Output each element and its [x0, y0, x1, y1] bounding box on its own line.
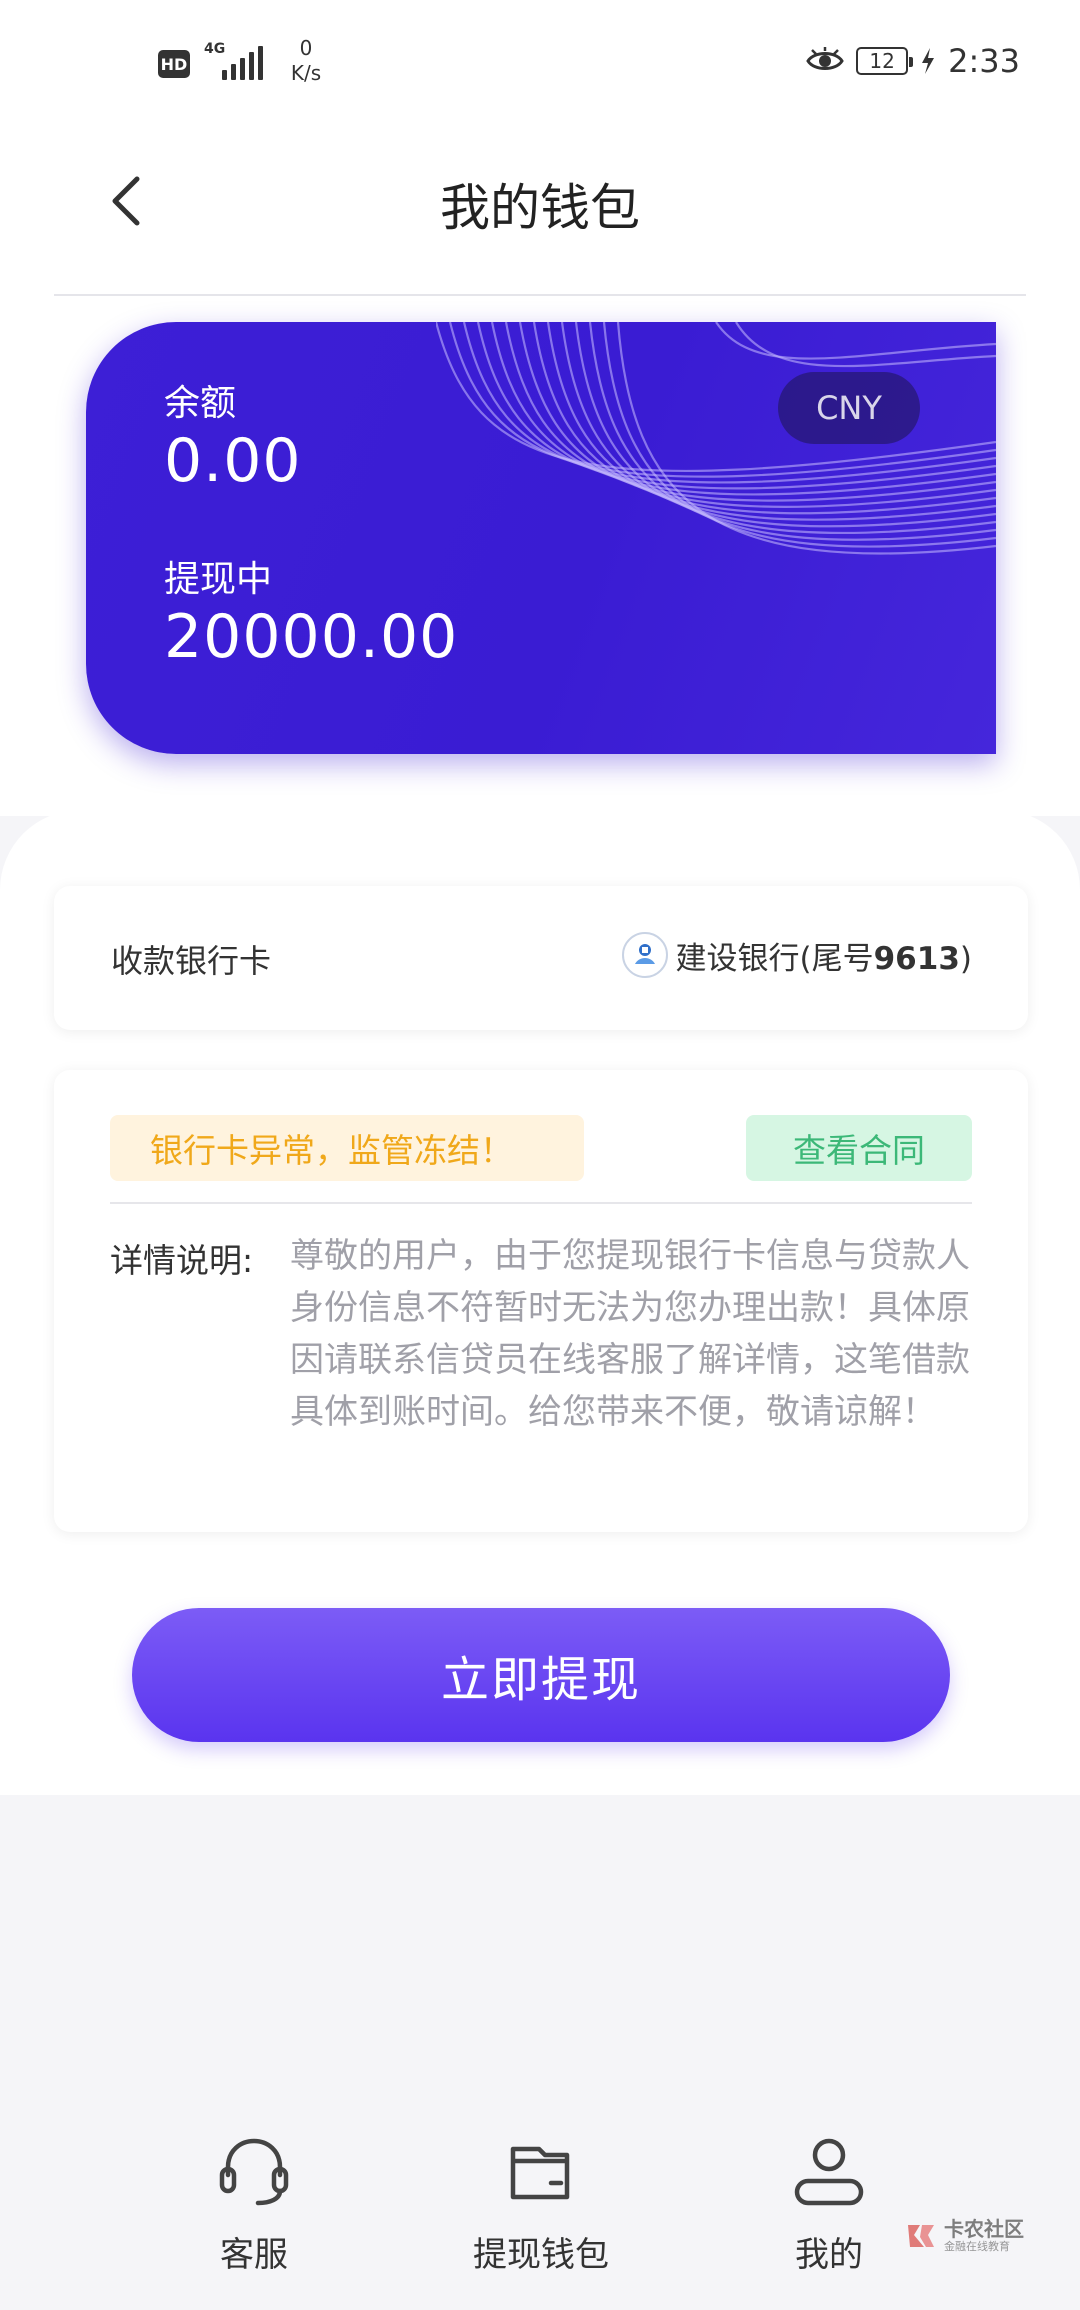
detail-label: 详情说明: — [110, 1241, 254, 1280]
withdrawing-label: 提现中 — [164, 559, 273, 600]
withdrawing-value: 20000.00 — [164, 602, 459, 672]
currency-badge: CNY — [778, 372, 920, 444]
page-title: 我的钱包 — [440, 179, 640, 237]
network-speed: 0 K/s — [284, 36, 328, 86]
hd-badge: HD — [158, 50, 190, 78]
network-speed-unit: K/s — [290, 61, 322, 85]
status-bar: HD 4G 0 K/s 12 2:33 — [0, 0, 1080, 126]
header: 我的钱包 — [0, 126, 1080, 296]
bank-card-info: 建设银行(尾号9613) — [621, 932, 972, 978]
eye-icon — [806, 47, 844, 70]
nav-item-mine[interactable]: 我的 — [729, 2095, 929, 2295]
nav-label-service: 客服 — [220, 2235, 288, 2275]
balance-label: 余额 — [164, 383, 237, 424]
view-contract-button[interactable]: 查看合同 — [746, 1115, 972, 1181]
bank-name: 建设银行(尾号9613) — [676, 933, 972, 978]
bank-name-text: 建设银行(尾号 — [675, 940, 874, 977]
status-left: HD 4G 0 K/s — [158, 36, 328, 86]
nav-label-wallet: 提现钱包 — [473, 2235, 609, 2275]
withdraw-now-button[interactable]: 立即提现 — [132, 1608, 950, 1742]
bank-name-close: ) — [959, 940, 972, 977]
battery-indicator: 12 — [856, 47, 914, 75]
notice-panel: 银行卡异常，监管冻结！ 查看合同 详情说明: 尊敬的用户，由于您提现银行卡信息与… — [54, 1070, 1028, 1532]
watermark-title: 卡农社区 — [944, 2217, 1024, 2241]
notice-divider — [110, 1202, 972, 1204]
watermark-logo-icon — [908, 2225, 934, 2247]
watermark: 卡农社区 金融在线教育 — [904, 2218, 1024, 2254]
network-speed-value: 0 — [299, 36, 313, 60]
user-icon — [794, 2138, 864, 2206]
charging-bolt-icon — [922, 48, 935, 74]
status-right: 12 2:33 — [806, 42, 1020, 80]
headset-icon — [219, 2138, 289, 2206]
nav-item-service[interactable]: 客服 — [154, 2095, 354, 2295]
bank-card-row[interactable]: 收款银行卡 建设银行(尾号9613) — [54, 886, 1028, 1030]
watermark-text: 卡农社区 金融在线教育 — [944, 2218, 1024, 2254]
bank-card-label: 收款银行卡 — [111, 942, 272, 980]
signal-icon: 4G — [204, 36, 263, 82]
watermark-subtitle: 金融在线教育 — [944, 2240, 1010, 2253]
warning-tag: 银行卡异常，监管冻结！ — [110, 1115, 584, 1181]
clock: 2:33 — [948, 42, 1020, 80]
bottom-nav: 客服 提现钱包 我的 — [0, 2095, 1080, 2310]
wallet-icon — [510, 2146, 570, 2200]
bank-logo-icon — [621, 932, 668, 978]
nav-item-wallet[interactable]: 提现钱包 — [441, 2095, 641, 2295]
bank-tail-number: 9613 — [873, 940, 960, 977]
nav-label-mine: 我的 — [795, 2235, 863, 2275]
wallet-page: HD 4G 0 K/s 12 2:33 我的钱包 CNY 余额 0.00 提现中… — [0, 0, 1080, 2310]
detail-text: 尊敬的用户，由于您提现银行卡信息与贷款人身份信息不符暂时无法为您办理出款！具体原… — [290, 1236, 970, 1432]
wallet-card: CNY 余额 0.00 提现中 20000.00 — [86, 322, 996, 754]
balance-value: 0.00 — [164, 426, 302, 496]
